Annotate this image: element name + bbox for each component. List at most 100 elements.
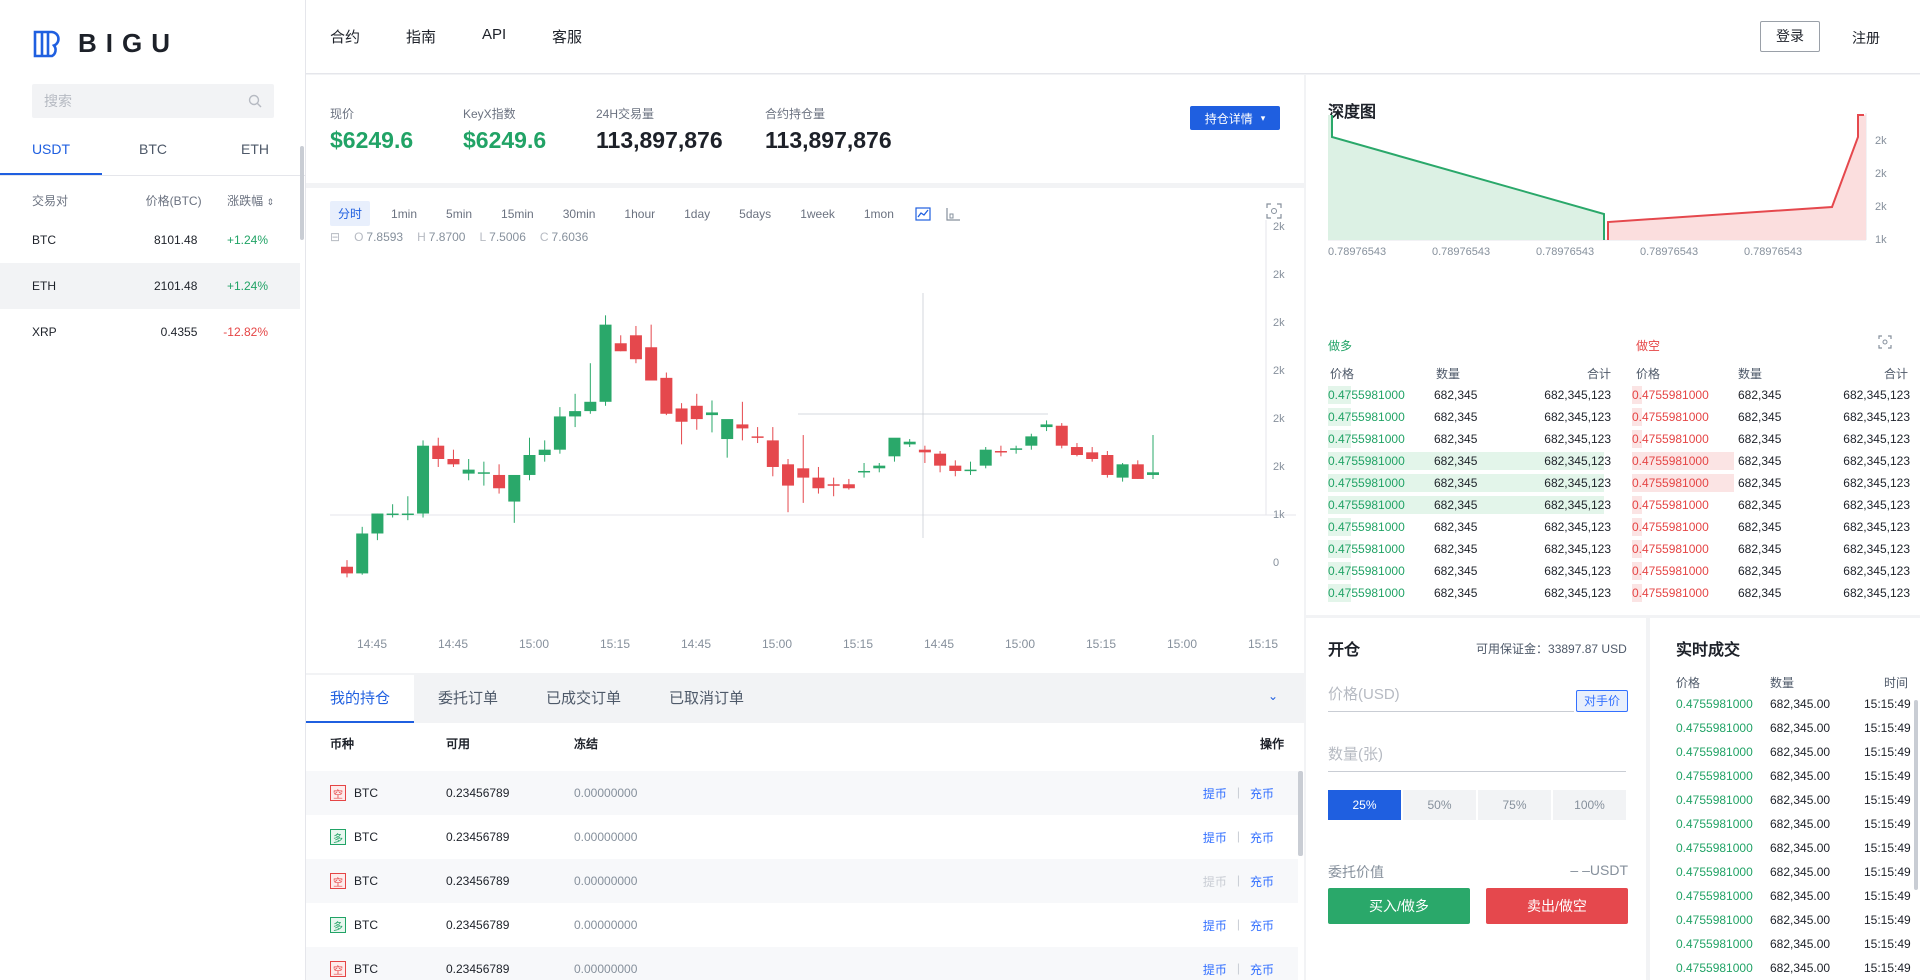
available-amount: 0.23456789: [446, 918, 510, 932]
bid-row[interactable]: 0.4755981000 682,345 682,345,123: [1328, 384, 1618, 406]
withdraw-link[interactable]: 提币: [1203, 961, 1227, 978]
price-input[interactable]: 价格(USD): [1328, 678, 1574, 712]
nav-guide[interactable]: 指南: [406, 26, 436, 47]
ask-row[interactable]: 0.4755981000 682,345 682,345,123: [1632, 472, 1916, 494]
position-detail-button[interactable]: 持仓详情 ▾: [1190, 106, 1280, 130]
depth-chart[interactable]: 0.78976543 0.78976543 0.78976543 0.78976543…: [1306, 75, 1920, 335]
tab-btc[interactable]: BTC: [102, 134, 204, 175]
nav-contract[interactable]: 合约: [330, 26, 360, 47]
deposit-link[interactable]: 充币: [1250, 829, 1274, 846]
tab-open-orders[interactable]: 委托订单: [414, 675, 522, 723]
trade-price: 0.4755981000: [1676, 913, 1753, 927]
order-row[interactable]: 空 BTC 0.23456789 0.00000000 提币 | 充币: [306, 947, 1298, 980]
ohlc-readout: ⊟ O 7.8593 H 7.8700 L 7.5006 C 7.6036: [330, 230, 588, 244]
tf-1week[interactable]: 1week: [792, 203, 843, 225]
pct-25[interactable]: 25%: [1328, 790, 1401, 820]
deposit-link[interactable]: 充币: [1250, 917, 1274, 934]
deposit-link[interactable]: 充币: [1250, 873, 1274, 890]
logo[interactable]: BIGU: [32, 28, 179, 59]
pct-50[interactable]: 50%: [1403, 790, 1476, 820]
tf-1day[interactable]: 1day: [676, 203, 718, 225]
order-row[interactable]: 空 BTC 0.23456789 0.00000000 提币 | 充币: [306, 771, 1298, 815]
ask-row[interactable]: 0.4755981000 682,345 682,345,123: [1632, 494, 1916, 516]
tf-realtime[interactable]: 分时: [330, 201, 371, 226]
deposit-link[interactable]: 充币: [1250, 785, 1274, 802]
sort-icon[interactable]: ⇕: [266, 197, 274, 207]
search-icon[interactable]: [248, 94, 262, 108]
sidebar-scrollbar[interactable]: [300, 146, 304, 240]
tab-cancelled-orders[interactable]: 已取消订单: [645, 675, 768, 723]
ask-row[interactable]: 0.4755981000 682,345 682,345,123: [1632, 582, 1916, 604]
pair-price: 2101.48: [153, 279, 198, 293]
logo-icon: [33, 30, 60, 57]
trade-qty: 682,345.00: [1770, 961, 1831, 975]
tf-5min[interactable]: 5min: [438, 203, 480, 225]
orders-scrollbar[interactable]: [1298, 771, 1303, 856]
tf-1mon[interactable]: 1mon: [856, 203, 902, 225]
register-button[interactable]: 注册: [1852, 28, 1880, 48]
withdraw-link[interactable]: 提币: [1203, 917, 1227, 934]
tab-filled-orders[interactable]: 已成交订单: [522, 675, 645, 723]
ask-price: 0.4755981000: [1632, 542, 1709, 556]
order-row[interactable]: 空 BTC 0.23456789 0.00000000 提币 | 充币: [306, 859, 1298, 903]
deposit-link[interactable]: 充币: [1250, 961, 1274, 978]
nav-support[interactable]: 客服: [552, 26, 582, 47]
trades-scrollbar[interactable]: [1914, 700, 1918, 890]
ask-row[interactable]: 0.4755981000 682,345 682,345,123: [1632, 428, 1916, 450]
bid-row[interactable]: 0.4755981000 682,345 682,345,123: [1328, 406, 1618, 428]
tf-5days[interactable]: 5days: [731, 203, 779, 225]
indicator-icon[interactable]: [945, 207, 961, 221]
candle: [1116, 462, 1129, 482]
bid-row[interactable]: 0.4755981000 682,345 682,345,123: [1328, 472, 1618, 494]
tf-30min[interactable]: 30min: [555, 203, 604, 225]
bid-row[interactable]: 0.4755981000 682,345 682,345,123: [1328, 516, 1618, 538]
ask-row[interactable]: 0.4755981000 682,345 682,345,123: [1632, 384, 1916, 406]
order-coin-cell: 多 BTC: [330, 917, 446, 933]
chevron-down-icon[interactable]: ⌄: [1268, 689, 1278, 703]
ask-row[interactable]: 0.4755981000 682,345 682,345,123: [1632, 560, 1916, 582]
pair-row-eth[interactable]: ETH 2101.48 +1.24%: [0, 263, 300, 309]
buy-long-button[interactable]: 买入/做多: [1328, 888, 1470, 924]
ask-price: 0.4755981000: [1632, 564, 1709, 578]
tf-15min[interactable]: 15min: [493, 203, 542, 225]
pct-100[interactable]: 100%: [1553, 790, 1626, 820]
withdraw-link[interactable]: 提币: [1203, 829, 1227, 846]
bid-row[interactable]: 0.4755981000 682,345 682,345,123: [1328, 428, 1618, 450]
tf-1min[interactable]: 1min: [383, 203, 425, 225]
fullscreen-icon[interactable]: [1878, 335, 1892, 349]
pair-row-xrp[interactable]: XRP 0.4355 -12.82%: [0, 309, 300, 355]
ask-row[interactable]: 0.4755981000 682,345 682,345,123: [1632, 516, 1916, 538]
bid-row[interactable]: 0.4755981000 682,345 682,345,123: [1328, 538, 1618, 560]
ask-row[interactable]: 0.4755981000 682,345 682,345,123: [1632, 406, 1916, 428]
line-chart-icon[interactable]: [915, 206, 931, 221]
bid-row[interactable]: 0.4755981000 682,345 682,345,123: [1328, 560, 1618, 582]
side-tag: 空: [330, 785, 346, 801]
quantity-input[interactable]: 数量(张): [1328, 738, 1626, 772]
tab-eth[interactable]: ETH: [204, 134, 306, 175]
counter-price-button[interactable]: 对手价: [1576, 690, 1628, 712]
tab-usdt[interactable]: USDT: [0, 134, 102, 175]
pair-row-btc[interactable]: BTC 8101.48 +1.24%: [0, 217, 300, 263]
order-row[interactable]: 多 BTC 0.23456789 0.00000000 提币 | 充币: [306, 815, 1298, 859]
tf-1hour[interactable]: 1hour: [616, 203, 663, 225]
ask-row[interactable]: 0.4755981000 682,345 682,345,123: [1632, 538, 1916, 560]
sell-short-button[interactable]: 卖出/做空: [1486, 888, 1628, 924]
withdraw-link[interactable]: 提币: [1203, 785, 1227, 802]
ask-row[interactable]: 0.4755981000 682,345 682,345,123: [1632, 450, 1916, 472]
pct-75[interactable]: 75%: [1478, 790, 1551, 820]
change-header[interactable]: 涨跌幅 ⇕: [202, 192, 274, 209]
bid-row[interactable]: 0.4755981000 682,345 682,345,123: [1328, 582, 1618, 604]
search-input[interactable]: [44, 93, 224, 109]
bid-row[interactable]: 0.4755981000 682,345 682,345,123: [1328, 450, 1618, 472]
kline-chart[interactable]: 2k 2k 2k 2k 2k 2k 1k 0 14:45 14:45 15:00 15:15 14:45…: [306, 188, 1304, 673]
collapse-icon[interactable]: ⊟: [330, 230, 340, 244]
withdraw-link[interactable]: 提币: [1203, 873, 1227, 890]
trade-price: 0.4755981000: [1676, 697, 1753, 711]
order-row[interactable]: 多 BTC 0.23456789 0.00000000 提币 | 充币: [306, 903, 1298, 947]
login-button[interactable]: 登录: [1760, 21, 1820, 52]
nav-api[interactable]: API: [482, 26, 506, 43]
screenshot-icon[interactable]: [1266, 203, 1282, 219]
tab-my-positions[interactable]: 我的持仓: [306, 675, 415, 723]
bid-row[interactable]: 0.4755981000 682,345 682,345,123: [1328, 494, 1618, 516]
search-box[interactable]: [32, 84, 274, 118]
